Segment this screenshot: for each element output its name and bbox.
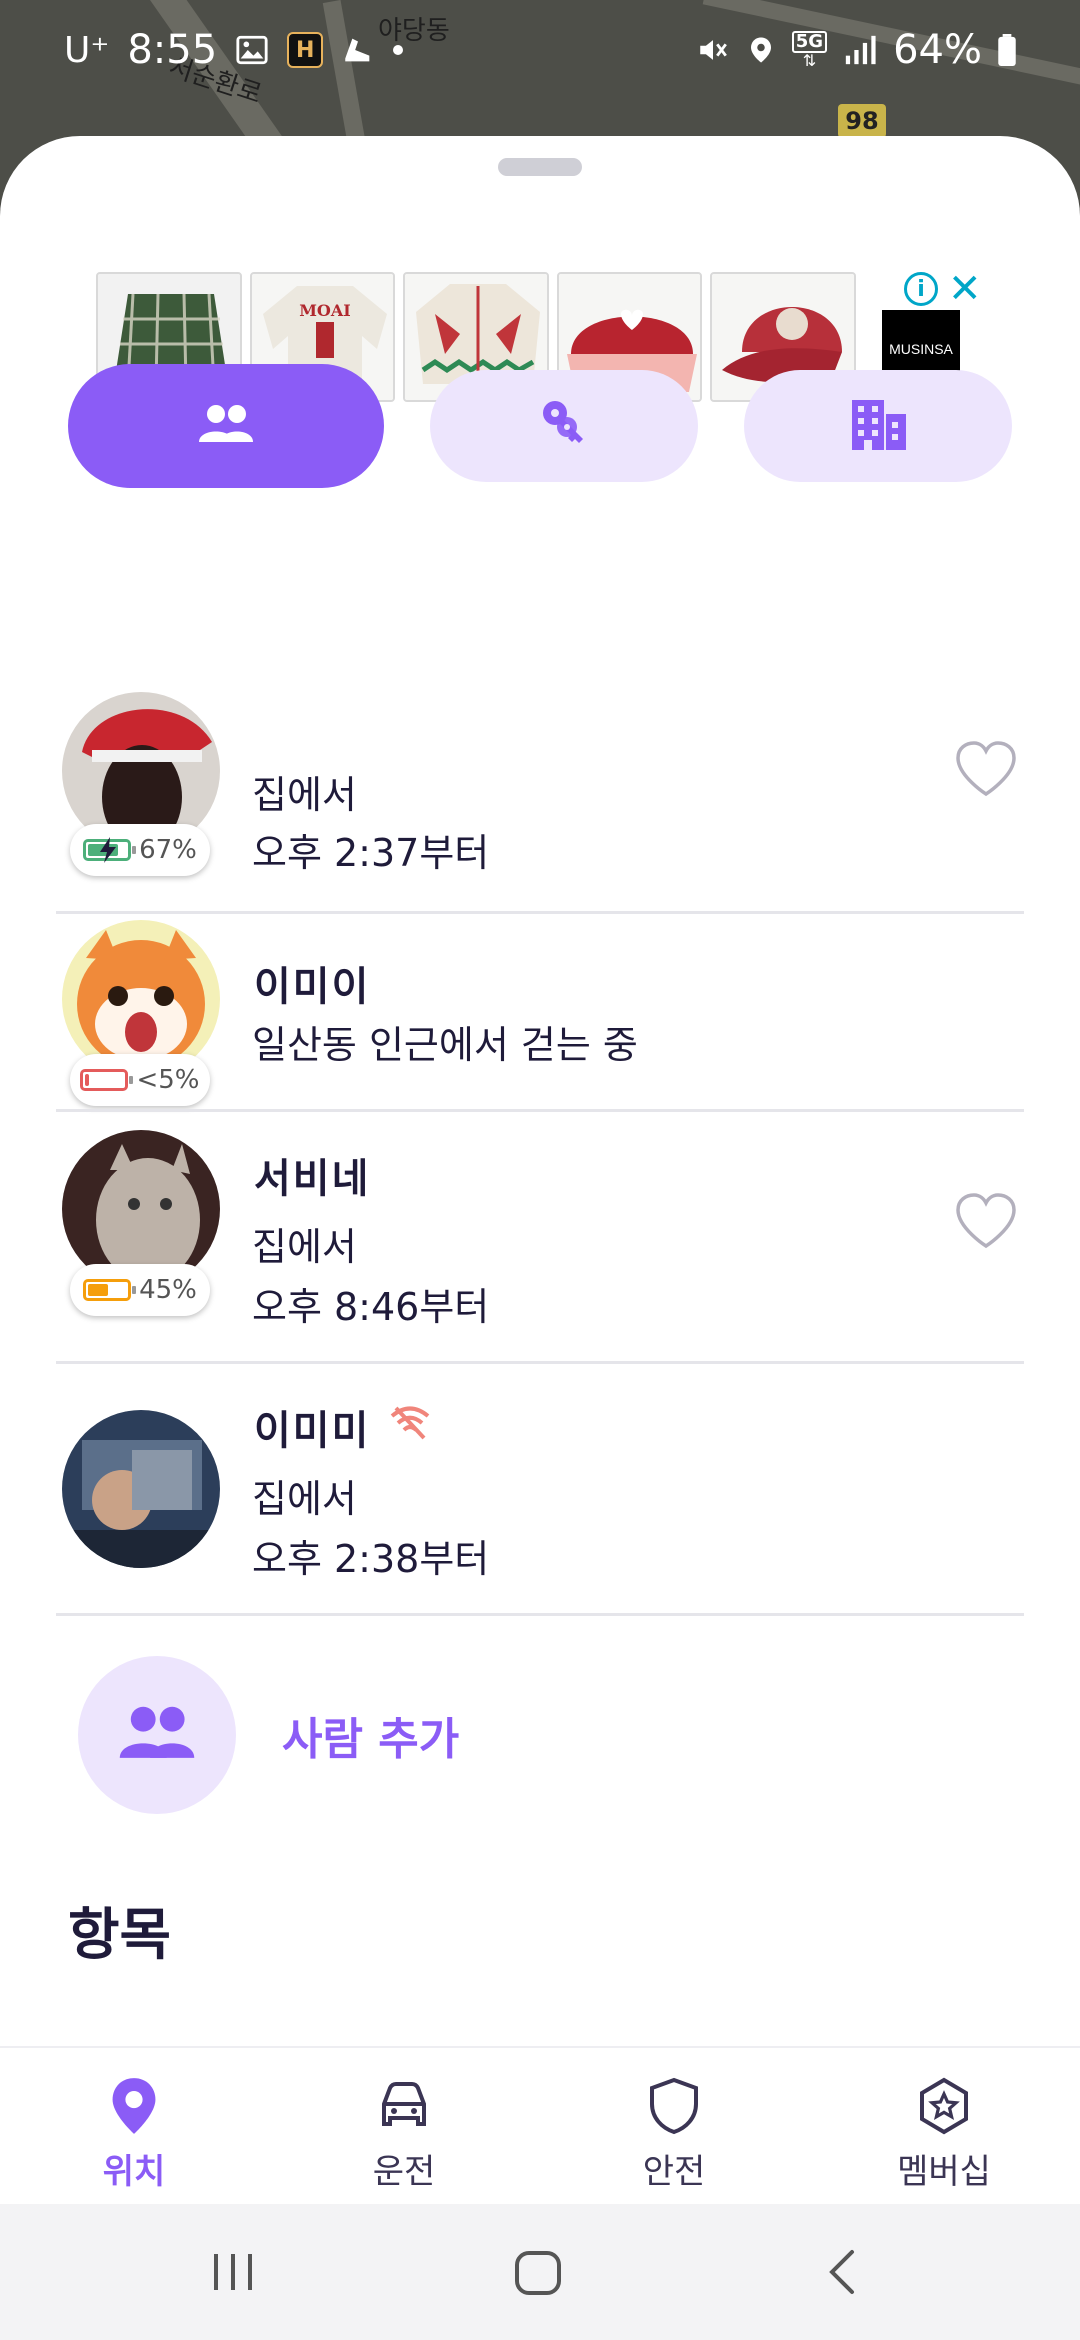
nav-label: 멤버십 (897, 2152, 991, 2192)
member-name: 서비네 (254, 1156, 371, 1202)
battery-percent-label: <5% (136, 1065, 200, 1095)
route-number-badge: 98 (838, 104, 886, 138)
member-row[interactable]: 67% 집에서 오후 2:37부터 (56, 688, 1024, 914)
low-battery-icon (80, 1069, 134, 1091)
favorite-heart-icon[interactable] (954, 1192, 1018, 1254)
clock: 8:55 (127, 27, 218, 73)
battery-icon (83, 1279, 137, 1301)
5g-icon: 5G ⇅ (791, 31, 828, 69)
member-name-text: 이미미 (254, 1408, 371, 1454)
ad-info-icon[interactable]: i (904, 272, 938, 306)
avatar (62, 1410, 220, 1568)
sheet-drag-handle[interactable] (498, 158, 582, 176)
ad-controls: i ✕ (904, 269, 982, 309)
member-name: 이미미 (254, 1398, 432, 1456)
member-since: 오후 2:37부터 (252, 831, 490, 875)
nav-label: 위치 (102, 2152, 166, 2192)
shoe-icon (341, 33, 375, 67)
status-bar: U⁺ 8:55 H 5G ⇅ 64% (0, 0, 1080, 100)
member-row[interactable]: 45% 서비네 집에서 오후 8:46부터 (56, 1112, 1024, 1364)
car-icon (374, 2076, 434, 2140)
member-status: 집에서 (252, 773, 357, 817)
charging-battery-icon (83, 837, 137, 863)
battery-badge: 45% (70, 1264, 210, 1316)
favorite-heart-icon[interactable] (954, 740, 1018, 802)
member-row[interactable]: 이미미 집에서 오후 2:38부터 (56, 1364, 1024, 1616)
member-status: 일산동 인근에서 걷는 중 (252, 1023, 638, 1067)
gallery-icon (235, 33, 269, 67)
tab-places[interactable] (744, 370, 1012, 482)
member-row[interactable]: <5% 이미이 일산동 인근에서 걷는 중 (56, 914, 1024, 1112)
nav-location[interactable]: 위치 (54, 2076, 214, 2193)
battery-percent-label: 45% (139, 1275, 197, 1305)
ad-close-icon[interactable]: ✕ (948, 269, 982, 309)
star-badge-icon (914, 2076, 974, 2140)
location-icon (746, 33, 776, 67)
building-icon (848, 398, 908, 454)
back-icon[interactable] (818, 2244, 868, 2304)
battery-percent: 64% (893, 27, 982, 73)
carrier-label: U⁺ (64, 29, 110, 71)
location-pin-icon (108, 2076, 160, 2140)
h-app-icon: H (287, 32, 324, 68)
battery-badge: 67% (70, 824, 210, 876)
member-since: 오후 8:46부터 (252, 1285, 490, 1329)
tab-items[interactable] (430, 370, 698, 482)
nav-driving[interactable]: 운전 (324, 2076, 484, 2193)
nav-label: 운전 (372, 2152, 436, 2192)
battery-icon (998, 34, 1016, 66)
section-title: 항목 (68, 1903, 172, 1968)
add-person-label: 사람 추가 (282, 1714, 460, 1765)
battery-level (88, 1284, 109, 1296)
battery-level (85, 1074, 90, 1086)
add-person-button[interactable]: 사람 추가 (78, 1656, 459, 1814)
member-since: 오후 2:38부터 (252, 1537, 490, 1581)
shield-icon (646, 2076, 702, 2140)
member-status: 집에서 (252, 1477, 357, 1521)
people-icon (117, 1705, 197, 1765)
add-person-circle (78, 1656, 236, 1814)
nav-membership[interactable]: 멤버십 (864, 2076, 1024, 2193)
ad-sweatshirt-text: MOAI (299, 301, 351, 320)
mode-tabs (68, 364, 1012, 488)
notification-dot-icon (393, 45, 404, 55)
keys-icon (537, 397, 591, 455)
bottom-nav: 위치 운전 안전 멤버십 (0, 2046, 1080, 2204)
tab-people[interactable] (68, 364, 384, 488)
battery-badge: <5% (70, 1054, 210, 1106)
wifi-off-icon (388, 1404, 432, 1450)
recent-apps-icon[interactable] (208, 2244, 258, 2304)
system-nav-bar (0, 2204, 1080, 2340)
divider (56, 1613, 1024, 1616)
battery-percent-label: 67% (139, 835, 197, 865)
member-status: 집에서 (252, 1225, 357, 1269)
member-name: 이미이 (254, 964, 371, 1010)
home-icon[interactable] (510, 2244, 566, 2304)
nav-label: 안전 (642, 2152, 706, 2192)
nav-safety[interactable]: 안전 (594, 2076, 754, 2193)
signal-icon (843, 35, 877, 65)
mute-icon (696, 33, 730, 67)
people-icon (197, 404, 255, 448)
